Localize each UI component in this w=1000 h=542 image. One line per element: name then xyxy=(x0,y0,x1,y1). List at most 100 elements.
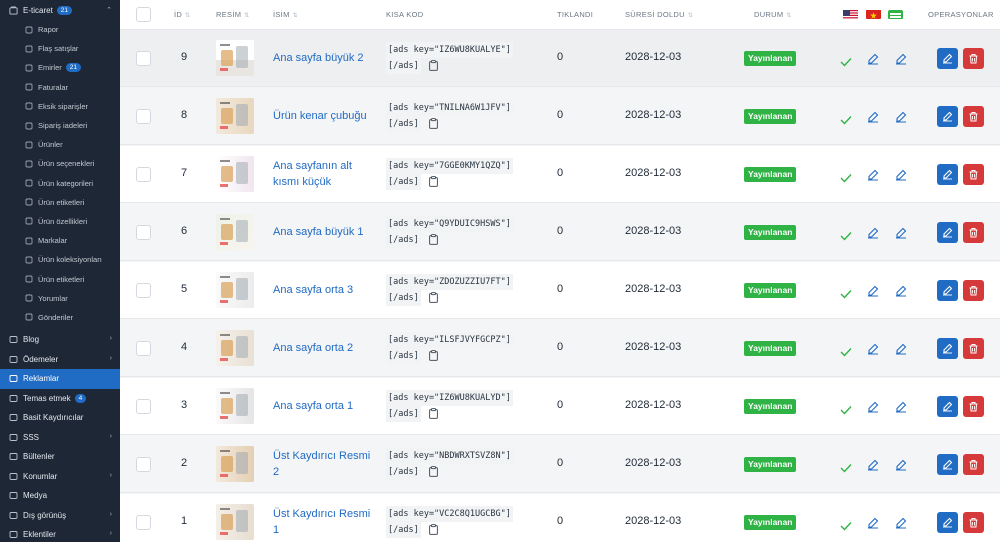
row-checkbox[interactable] xyxy=(136,225,151,240)
delete-button[interactable] xyxy=(963,512,984,533)
header-status[interactable]: DURUM ⇅ xyxy=(754,0,792,30)
ad-name-link[interactable]: Ürün kenar çubuğu xyxy=(273,108,373,124)
delete-button[interactable] xyxy=(963,164,984,185)
ad-name-link[interactable]: Ana sayfa büyük 1 xyxy=(273,224,373,240)
ad-name-link[interactable]: Ana sayfa orta 2 xyxy=(273,340,373,356)
ad-name-link[interactable]: Ana sayfa orta 1 xyxy=(273,398,373,414)
edit-translation-icon[interactable] xyxy=(895,110,907,123)
edit-button[interactable] xyxy=(937,454,958,475)
ad-thumbnail[interactable] xyxy=(216,446,254,482)
sidebar-subitem[interactable]: Sipariş iadeleri xyxy=(0,116,120,135)
sidebar-item[interactable]: SSS › xyxy=(0,428,120,448)
sidebar-subitem[interactable]: Ürün özellikleri xyxy=(0,212,120,231)
header-id[interactable]: İD ⇅ xyxy=(174,0,190,30)
edit-translation-icon[interactable] xyxy=(867,400,879,413)
delete-button[interactable] xyxy=(963,106,984,127)
edit-translation-icon[interactable] xyxy=(895,226,907,239)
sidebar-subitem[interactable]: Yorumlar xyxy=(0,289,120,308)
edit-button[interactable] xyxy=(937,338,958,359)
edit-button[interactable] xyxy=(937,280,958,301)
edit-translation-icon[interactable] xyxy=(867,168,879,181)
edit-translation-icon[interactable] xyxy=(895,168,907,181)
copy-icon[interactable] xyxy=(428,350,438,361)
edit-translation-icon[interactable] xyxy=(867,342,879,355)
sidebar-subitem[interactable]: Ürün etiketleri xyxy=(0,193,120,212)
row-checkbox[interactable] xyxy=(136,341,151,356)
sidebar-subitem[interactable]: Rapor xyxy=(0,20,120,39)
row-checkbox[interactable] xyxy=(136,515,151,530)
ad-thumbnail[interactable] xyxy=(216,330,254,366)
ad-thumbnail[interactable] xyxy=(216,98,254,134)
ad-name-link[interactable]: Ana sayfa büyük 2 xyxy=(273,50,373,66)
copy-icon[interactable] xyxy=(428,292,438,303)
copy-icon[interactable] xyxy=(428,234,438,245)
sidebar-subitem[interactable]: Ürün koleksiyonları xyxy=(0,250,120,269)
edit-translation-icon[interactable] xyxy=(895,342,907,355)
sidebar-item[interactable]: Bültenler xyxy=(0,447,120,467)
ad-thumbnail[interactable] xyxy=(216,272,254,308)
sidebar-subitem[interactable]: Ürün etiketleri xyxy=(0,269,120,288)
ad-name-link[interactable]: Üst Kaydırıcı Resmi 2 xyxy=(273,448,373,480)
edit-translation-icon[interactable] xyxy=(895,52,907,65)
copy-icon[interactable] xyxy=(428,176,438,187)
sidebar-subitem[interactable]: Ürünler xyxy=(0,135,120,154)
delete-button[interactable] xyxy=(963,454,984,475)
ad-thumbnail[interactable] xyxy=(216,388,254,424)
sidebar-item[interactable]: Ödemeler › xyxy=(0,350,120,370)
row-checkbox[interactable] xyxy=(136,399,151,414)
ad-name-link[interactable]: Üst Kaydırıcı Resmi 1 xyxy=(273,506,373,538)
sidebar-item-e-ticaret[interactable]: E-ticaret 21 ⌃ xyxy=(0,0,120,20)
header-name[interactable]: İSİM ⇅ xyxy=(273,0,298,30)
delete-button[interactable] xyxy=(963,338,984,359)
copy-icon[interactable] xyxy=(428,60,438,71)
copy-icon[interactable] xyxy=(428,524,438,535)
edit-translation-icon[interactable] xyxy=(867,52,879,65)
select-all-checkbox[interactable] xyxy=(136,7,151,22)
ad-thumbnail[interactable] xyxy=(216,156,254,192)
edit-button[interactable] xyxy=(937,222,958,243)
ad-thumbnail[interactable] xyxy=(216,504,254,540)
header-image[interactable]: RESİM ⇅ xyxy=(216,0,250,30)
sidebar-item[interactable]: Basit Kaydırıcılar xyxy=(0,408,120,428)
edit-button[interactable] xyxy=(937,48,958,69)
sidebar-subitem[interactable]: Gönderiler xyxy=(0,308,120,327)
sidebar-subitem[interactable]: Markalar xyxy=(0,231,120,250)
sidebar-subitem[interactable]: Emirler 21 xyxy=(0,58,120,77)
delete-button[interactable] xyxy=(963,222,984,243)
sidebar-item[interactable]: Reklamlar xyxy=(0,369,120,389)
edit-translation-icon[interactable] xyxy=(895,400,907,413)
sidebar-item[interactable]: Dış görünüş › xyxy=(0,506,120,526)
delete-button[interactable] xyxy=(963,48,984,69)
ad-thumbnail[interactable] xyxy=(216,40,254,76)
delete-button[interactable] xyxy=(963,396,984,417)
sidebar-subitem[interactable]: Eksik siparişler xyxy=(0,97,120,116)
copy-icon[interactable] xyxy=(428,466,438,477)
sidebar-subitem[interactable]: Flaş satışlar xyxy=(0,39,120,58)
edit-button[interactable] xyxy=(937,106,958,127)
ad-thumbnail[interactable] xyxy=(216,214,254,250)
delete-button[interactable] xyxy=(963,280,984,301)
sidebar-item[interactable]: Konumlar › xyxy=(0,467,120,487)
edit-translation-icon[interactable] xyxy=(867,516,879,529)
edit-translation-icon[interactable] xyxy=(895,516,907,529)
edit-translation-icon[interactable] xyxy=(895,284,907,297)
copy-icon[interactable] xyxy=(428,408,438,419)
edit-translation-icon[interactable] xyxy=(867,284,879,297)
sidebar-item[interactable]: Medya xyxy=(0,486,120,506)
row-checkbox[interactable] xyxy=(136,283,151,298)
sidebar-subitem[interactable]: Ürün seçenekleri xyxy=(0,154,120,173)
row-checkbox[interactable] xyxy=(136,109,151,124)
edit-button[interactable] xyxy=(937,512,958,533)
header-expired[interactable]: SÜRESİ DOLDU ⇅ xyxy=(625,0,693,30)
edit-translation-icon[interactable] xyxy=(895,458,907,471)
sidebar-item[interactable]: Eklentiler › xyxy=(0,525,120,542)
edit-translation-icon[interactable] xyxy=(867,458,879,471)
ad-name-link[interactable]: Ana sayfa orta 3 xyxy=(273,282,373,298)
edit-translation-icon[interactable] xyxy=(867,110,879,123)
sidebar-subitem[interactable]: Ürün kategorileri xyxy=(0,174,120,193)
row-checkbox[interactable] xyxy=(136,457,151,472)
ad-name-link[interactable]: Ana sayfanın alt kısmı küçük xyxy=(273,158,373,190)
header-clicked[interactable]: TIKLANDI xyxy=(557,0,593,30)
copy-icon[interactable] xyxy=(428,118,438,129)
edit-translation-icon[interactable] xyxy=(867,226,879,239)
